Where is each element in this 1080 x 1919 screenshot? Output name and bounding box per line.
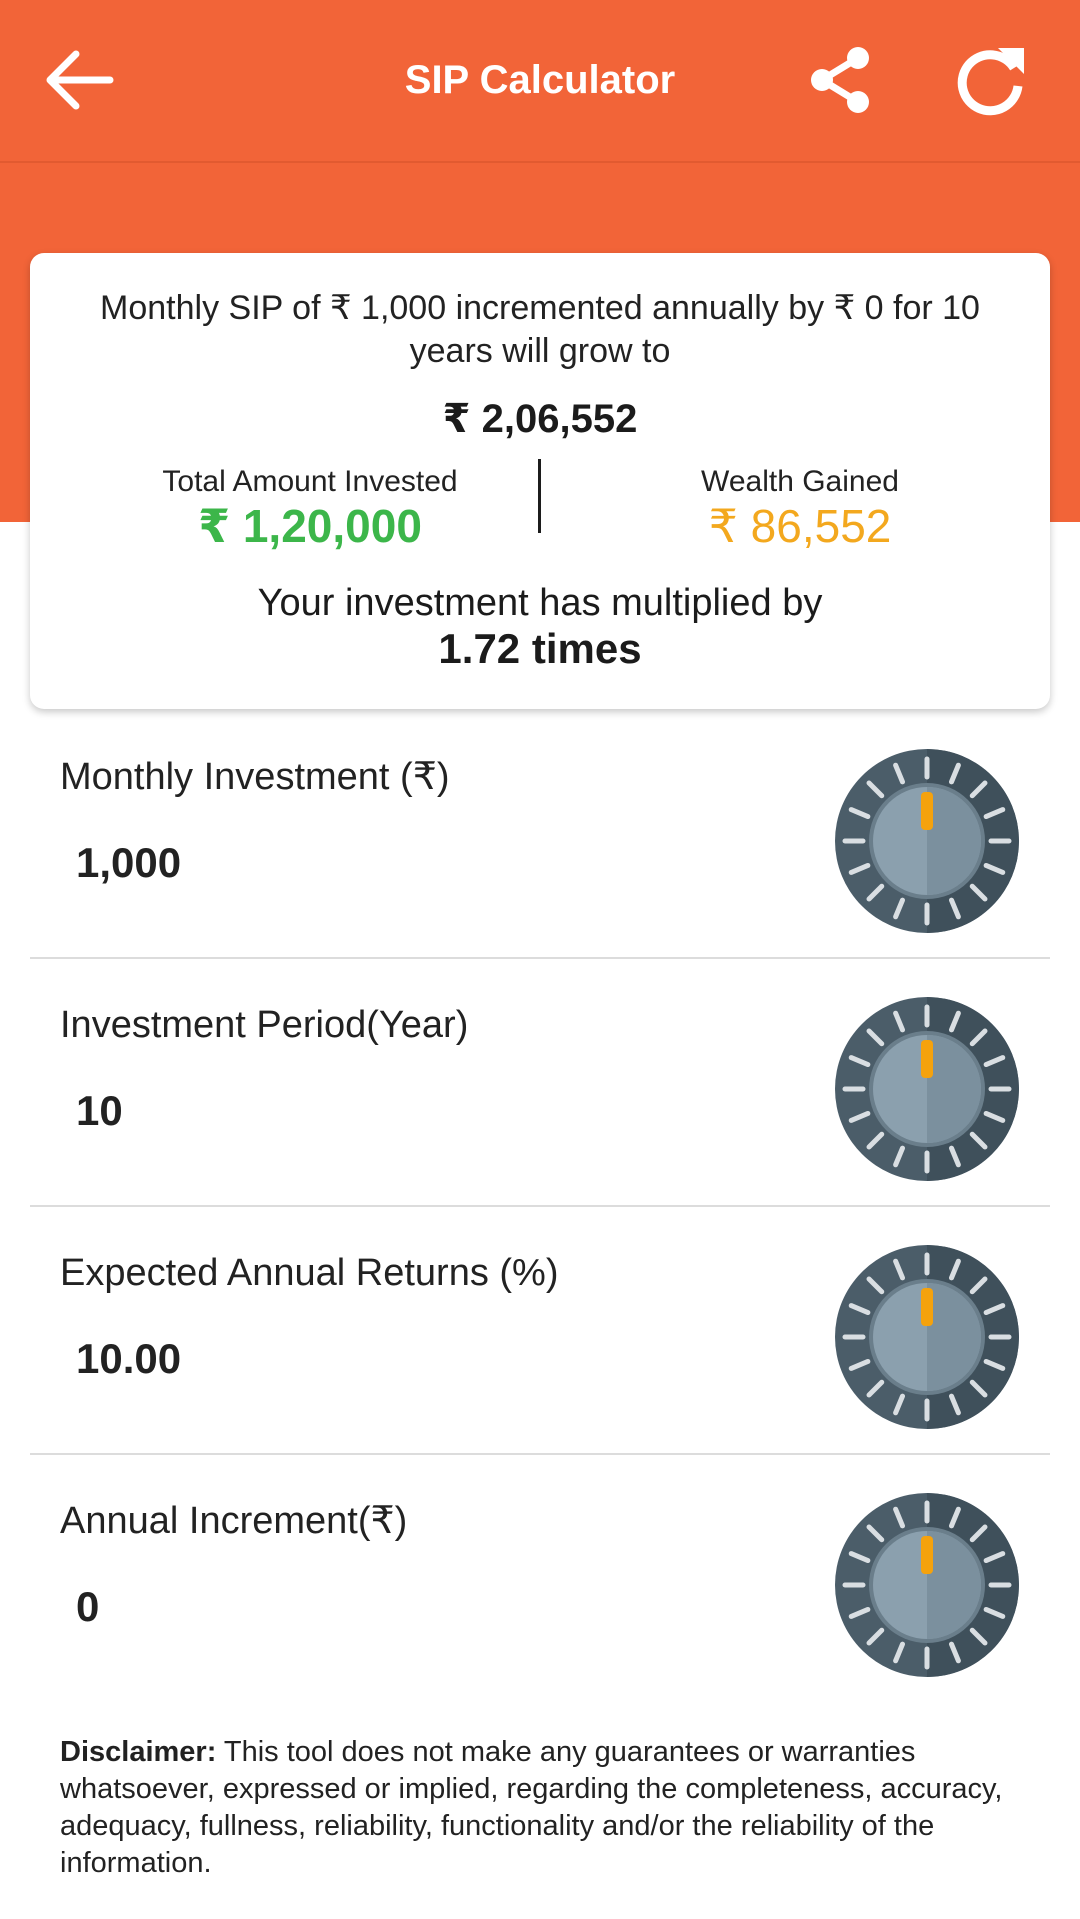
disclaimer-heading: Disclaimer: xyxy=(60,1736,217,1768)
dial-knob-icon[interactable] xyxy=(834,1244,1020,1430)
dial-knob-icon[interactable] xyxy=(834,1492,1020,1678)
gained-label: Wealth Gained xyxy=(701,465,899,498)
gained-block: Wealth Gained ₹ 86,552 xyxy=(590,463,1010,551)
annual-increment-label: Annual Increment(₹) xyxy=(60,1500,408,1542)
multiplier-block: Your investment has multiplied by 1.72 t… xyxy=(30,581,1050,673)
row-divider xyxy=(30,957,1050,959)
investment-period-value[interactable]: 10 xyxy=(76,1084,123,1138)
monthly-investment-value[interactable]: 1,000 xyxy=(76,836,181,890)
share-button[interactable] xyxy=(800,40,880,120)
refresh-button[interactable] xyxy=(948,38,1032,122)
invested-label: Total Amount Invested xyxy=(162,465,458,498)
dial-knob-icon[interactable] xyxy=(834,748,1020,934)
multiplier-text: Your investment has multiplied by xyxy=(257,582,823,624)
summary-text: Monthly SIP of ₹ 1,000 incremented annua… xyxy=(100,289,980,370)
input-row-expected-returns: Expected Annual Returns (%) 10.00 xyxy=(30,1218,1050,1466)
dial-knob-icon[interactable] xyxy=(834,996,1020,1182)
page-title: SIP Calculator xyxy=(404,58,676,102)
vertical-divider xyxy=(538,459,541,533)
expected-returns-value[interactable]: 10.00 xyxy=(76,1332,181,1386)
back-button[interactable] xyxy=(40,40,120,120)
monthly-investment-label: Monthly Investment (₹) xyxy=(60,756,450,798)
multiplier-value: 1.72 times xyxy=(438,625,642,672)
app-bar: SIP Calculator xyxy=(0,0,1080,163)
gained-value: ₹ 86,552 xyxy=(708,500,892,552)
future-value: ₹ 2,06,552 xyxy=(442,397,638,441)
arrow-left-icon xyxy=(46,50,114,110)
disclaimer: Disclaimer: This tool does not make any … xyxy=(60,1734,1020,1882)
result-card: Monthly SIP of ₹ 1,000 incremented annua… xyxy=(30,253,1050,709)
input-row-annual-increment: Annual Increment(₹) 0 xyxy=(30,1466,1050,1714)
row-divider xyxy=(30,1205,1050,1207)
investment-period-label: Investment Period(Year) xyxy=(60,1004,469,1046)
annual-increment-value[interactable]: 0 xyxy=(76,1580,99,1634)
input-row-monthly-investment: Monthly Investment (₹) 1,000 xyxy=(30,722,1050,970)
invested-block: Total Amount Invested ₹ 1,20,000 xyxy=(100,463,520,551)
expected-returns-label: Expected Annual Returns (%) xyxy=(60,1252,559,1294)
share-icon xyxy=(811,47,869,113)
row-divider xyxy=(30,1453,1050,1455)
refresh-icon xyxy=(957,48,1024,116)
invested-value: ₹ 1,20,000 xyxy=(198,500,422,552)
input-row-investment-period: Investment Period(Year) 10 xyxy=(30,970,1050,1218)
